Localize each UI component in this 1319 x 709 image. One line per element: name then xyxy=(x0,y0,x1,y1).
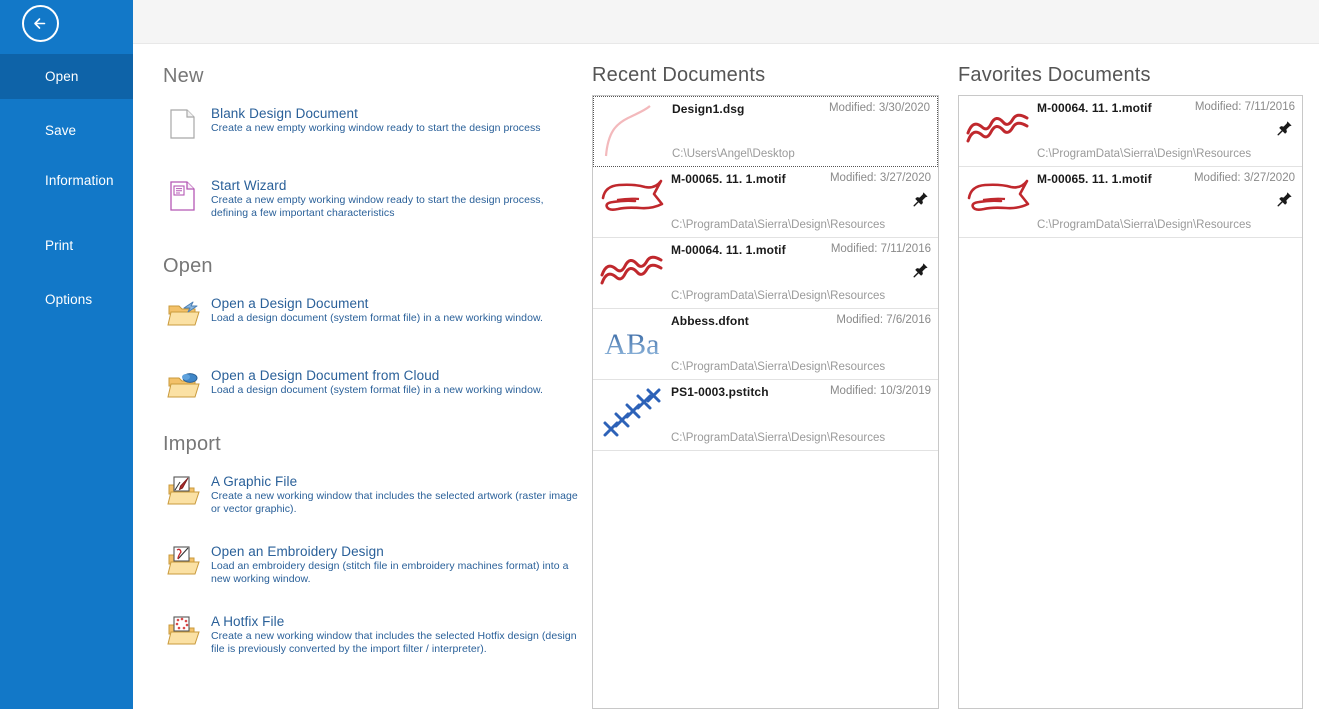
document-name: Abbess.dfont xyxy=(671,314,749,328)
document-path: C:\ProgramData\Sierra\Design\Resources xyxy=(671,290,886,302)
command-blank-design-document[interactable]: Blank Design Document Create a new empty… xyxy=(163,106,583,139)
command-title: Open a Design Document from Cloud xyxy=(211,368,440,383)
document-name: M-00065. 11. 1.motif xyxy=(1037,172,1152,186)
document-path: C:\ProgramData\Sierra\Design\Resources xyxy=(671,219,886,231)
sidebar: Open Save Information Print Options xyxy=(0,0,133,709)
document-row[interactable]: M-00064. 11. 1.motif Modified: 7/11/2016 C… xyxy=(593,238,938,309)
command-title: A Hotfix File xyxy=(211,614,285,629)
cross-stitch-blue-thumb xyxy=(597,385,667,443)
recent-documents-list[interactable]: Design1.dsg Modified: 3/30/2020 C:\Users\A… xyxy=(592,95,939,709)
command-description: Create a new working window that include… xyxy=(211,490,578,515)
sidebar-item-label: Options xyxy=(45,292,93,307)
graphic-file-folder-icon xyxy=(167,476,201,508)
command-title: Start Wizard xyxy=(211,178,287,193)
svg-text:ABa: ABa xyxy=(605,328,660,361)
aba-font-thumb: ABa xyxy=(597,314,667,372)
document-row[interactable]: Design1.dsg Modified: 3/30/2020 C:\Users\A… xyxy=(593,96,938,167)
document-row[interactable]: M-00065. 11. 1.motif Modified: 3/27/2020 C… xyxy=(593,167,938,238)
command-title: Blank Design Document xyxy=(211,106,358,121)
command-import-graphic-file[interactable]: A Graphic File Create a new working wind… xyxy=(163,474,583,516)
title-bar xyxy=(133,0,1319,44)
command-open-design-document[interactable]: Open a Design Document Load a design doc… xyxy=(163,296,583,326)
curve-pink-thumb xyxy=(598,102,668,160)
cloud-folder-icon xyxy=(167,370,201,402)
command-column: New Blank Design Document Create a new e… xyxy=(133,44,580,709)
command-description: Load a design document (system format fi… xyxy=(211,384,543,396)
wave-red-thumb xyxy=(597,243,667,301)
sidebar-item-label: Information xyxy=(45,173,114,188)
pin-icon[interactable] xyxy=(1277,120,1293,136)
document-name: PS1-0003.pstitch xyxy=(671,385,769,399)
embroidery-folder-icon xyxy=(167,546,201,578)
pin-icon[interactable] xyxy=(1277,191,1293,207)
command-description: Create a new working window that include… xyxy=(211,630,577,655)
document-modified-date: Modified: 3/27/2020 xyxy=(829,172,931,184)
document-path: C:\ProgramData\Sierra\Design\Resources xyxy=(671,361,886,373)
sidebar-item-options[interactable]: Options xyxy=(0,277,133,322)
command-import-hotfix-file[interactable]: A Hotfix File Create a new working windo… xyxy=(163,614,583,656)
hotfix-folder-icon xyxy=(167,616,201,648)
sidebar-item-label: Open xyxy=(45,69,79,84)
command-description: Create a new empty working window ready … xyxy=(211,122,541,134)
command-title: A Graphic File xyxy=(211,474,298,489)
sidebar-item-open[interactable]: Open xyxy=(0,54,133,99)
document-row[interactable]: PS1-0003.pstitch Modified: 10/3/2019 C:\Pr… xyxy=(593,380,938,451)
sidebar-item-label: Save xyxy=(45,123,77,138)
command-description: Load a design document (system format fi… xyxy=(211,312,543,324)
command-import-embroidery-design[interactable]: Open an Embroidery Design Load an embroi… xyxy=(163,544,583,586)
group-title-import: Import xyxy=(163,433,221,455)
document-path: C:\Users\Angel\Desktop xyxy=(672,148,795,160)
document-path: C:\ProgramData\Sierra\Design\Resources xyxy=(671,432,886,444)
command-description: Load an embroidery design (stitch file i… xyxy=(211,560,569,585)
back-button[interactable] xyxy=(22,5,59,42)
document-modified-date: Modified: 3/30/2020 xyxy=(828,102,930,114)
sidebar-item-information[interactable]: Information xyxy=(0,158,133,203)
document-modified-date: Modified: 3/27/2020 xyxy=(1193,172,1295,184)
document-path: C:\ProgramData\Sierra\Design\Resources xyxy=(1037,148,1252,160)
document-modified-date: Modified: 7/11/2016 xyxy=(830,243,931,255)
document-modified-date: Modified: 10/3/2019 xyxy=(829,385,931,397)
open-folder-icon xyxy=(167,298,201,330)
document-row[interactable]: M-00065. 11. 1.motif Modified: 3/27/2020 C… xyxy=(959,167,1302,238)
group-title-open: Open xyxy=(163,255,213,277)
document-name: M-00065. 11. 1.motif xyxy=(671,172,786,186)
document-row[interactable]: M-00064. 11. 1.motif Modified: 7/11/2016 C… xyxy=(959,96,1302,167)
command-description: Create a new empty working window ready … xyxy=(211,194,544,219)
ribbon-red-thumb xyxy=(963,172,1033,230)
command-title: Open a Design Document xyxy=(211,296,369,311)
document-modified-date: Modified: 7/11/2016 xyxy=(1194,101,1295,113)
command-open-design-document-from-cloud[interactable]: Open a Design Document from Cloud Load a… xyxy=(163,368,583,398)
recent-documents-title: Recent Documents xyxy=(592,64,766,86)
favorites-documents-title: Favorites Documents xyxy=(958,64,1151,86)
command-start-wizard[interactable]: Start Wizard Create a new empty working … xyxy=(163,178,583,220)
document-modified-date: Modified: 7/6/2016 xyxy=(836,314,931,326)
pin-icon[interactable] xyxy=(913,262,929,278)
pin-icon[interactable] xyxy=(913,191,929,207)
ribbon-red-thumb xyxy=(597,172,667,230)
command-title: Open an Embroidery Design xyxy=(211,544,384,559)
wizard-page-icon xyxy=(167,180,201,212)
document-row[interactable]: ABa Abbess.dfont Modified: 7/6/2016 C:\Prog… xyxy=(593,309,938,380)
sidebar-item-print[interactable]: Print xyxy=(0,223,133,268)
document-name: M-00064. 11. 1.motif xyxy=(671,243,786,257)
document-path: C:\ProgramData\Sierra\Design\Resources xyxy=(1037,219,1252,231)
sidebar-item-label: Print xyxy=(45,238,74,253)
blank-page-icon xyxy=(167,108,201,140)
document-name: Design1.dsg xyxy=(672,102,745,116)
document-name: M-00064. 11. 1.motif xyxy=(1037,101,1152,115)
wave-red-thumb xyxy=(963,101,1033,159)
sidebar-item-save[interactable]: Save xyxy=(0,108,133,153)
group-title-new: New xyxy=(163,65,204,87)
favorites-documents-list[interactable]: M-00064. 11. 1.motif Modified: 7/11/2016 C… xyxy=(958,95,1303,709)
